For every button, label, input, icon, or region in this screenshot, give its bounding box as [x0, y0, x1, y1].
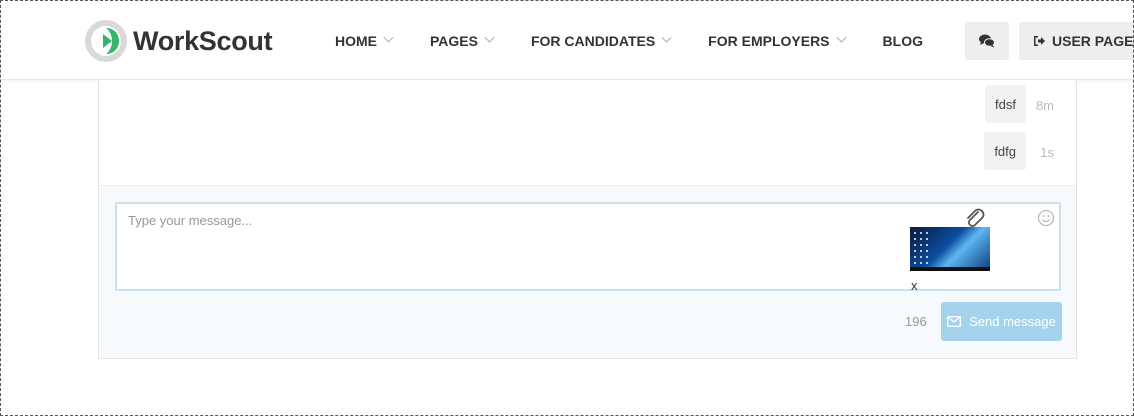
user-page-label: USER PAGE: [1052, 33, 1134, 49]
smiley-icon[interactable]: [1037, 209, 1055, 227]
message-list: fdsf 8m fdfg 1s: [99, 80, 1076, 186]
remove-attachment-button[interactable]: x: [911, 278, 918, 293]
user-page-button[interactable]: USER PAGE: [1019, 22, 1134, 60]
nav-home[interactable]: HOME: [335, 32, 394, 49]
sign-in-icon: [1034, 36, 1045, 46]
reply-area: Type your message...: [99, 185, 1076, 358]
nav-blog-label: BLOG: [882, 32, 923, 49]
send-message-label: Send message: [969, 314, 1056, 329]
message-time: 1s: [1040, 145, 1054, 160]
send-message-button[interactable]: Send message: [941, 302, 1062, 341]
main-nav: HOME PAGES FOR CANDIDATES FOR EMPLOYERS …: [335, 1, 923, 80]
envelope-icon: [947, 316, 962, 327]
char-counter: 196: [905, 314, 927, 329]
message-text: fdfg: [994, 143, 1016, 159]
conversation-panel: fdsf 8m fdfg 1s Type your message... x 1…: [98, 80, 1077, 359]
nav-blog[interactable]: BLOG: [883, 33, 923, 49]
nav-for-candidates[interactable]: FOR CANDIDATES: [530, 32, 672, 49]
chat-bubbles-icon: [979, 34, 995, 48]
nav-pages[interactable]: PAGES: [430, 32, 495, 49]
message-input-placeholder: Type your message...: [128, 213, 253, 228]
chevron-down-icon: [383, 32, 394, 43]
message-bubble: fdfg: [984, 132, 1026, 170]
logo[interactable]: WorkScout: [85, 19, 273, 63]
message-bubble: fdsf: [985, 85, 1026, 123]
chevron-down-icon: [836, 32, 846, 43]
attachment-thumbnail[interactable]: [910, 227, 990, 271]
workscout-logo-icon: [85, 20, 127, 62]
message-time: 8m: [1035, 98, 1054, 113]
nav-for-employers-label: FOR EMPLOYERS: [708, 32, 830, 49]
chevron-down-icon: [484, 32, 495, 43]
message-text: fdsf: [995, 96, 1016, 112]
nav-home-label: HOME: [335, 32, 377, 49]
logo-text: WorkScout: [133, 25, 273, 56]
nav-pages-label: PAGES: [430, 32, 478, 49]
chevron-down-icon: [661, 32, 672, 43]
site-header: WorkScout HOME PAGES FOR CANDIDATES FOR …: [1, 1, 1134, 80]
messages-button[interactable]: [965, 22, 1009, 60]
nav-for-employers[interactable]: FOR EMPLOYERS: [708, 32, 846, 49]
nav-for-candidates-label: FOR CANDIDATES: [530, 32, 656, 49]
